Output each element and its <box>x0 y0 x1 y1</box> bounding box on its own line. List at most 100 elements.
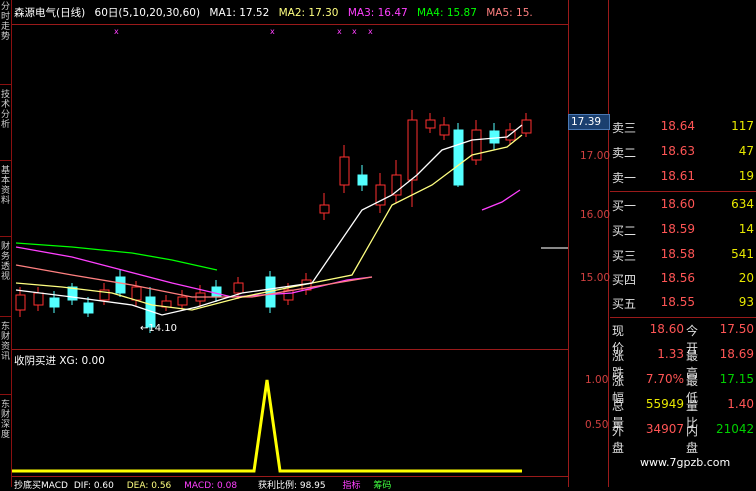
ma3-value: MA3: 16.47 <box>347 7 408 19</box>
tab-divider <box>0 236 11 237</box>
ask-volume: 47 <box>738 144 754 158</box>
bid-label: 买四 <box>612 273 637 287</box>
current-price-tag: 17.39 <box>568 114 610 130</box>
book-divider <box>610 317 756 318</box>
chip-tab[interactable]: 筹码 <box>373 481 391 491</box>
macd-value: MACD: 0.08 <box>184 481 238 491</box>
bid-label: 买五 <box>612 297 637 311</box>
candle-body <box>339 156 350 186</box>
tab-timeshare[interactable]: 分时走势 <box>0 2 11 42</box>
bid-price: 18.58 <box>660 247 695 261</box>
candle-body <box>115 276 126 294</box>
candle-body <box>521 119 532 134</box>
price-tick: 15.00 <box>580 272 611 284</box>
svg-text:x: x <box>337 27 342 36</box>
ask-volume: 117 <box>731 119 754 133</box>
quote-stats: 现价 18.60 今开 17.50 涨跌 1.33 最高 18.69 涨幅 7.… <box>610 322 756 472</box>
bottom-indicator-bar: 抄底买MACD DIF: 0.60 DEA: 0.56 MACD: 0.08 获… <box>14 478 391 491</box>
bid-volume: 20 <box>738 271 754 285</box>
ma-line <box>481 189 521 211</box>
svg-text:x: x <box>270 27 275 36</box>
stat-value: 7.70% <box>645 372 684 386</box>
ask-price: 18.63 <box>660 144 695 158</box>
indicator-tick: 0.50 <box>585 419 609 431</box>
stock-name: 森源电气 <box>14 7 56 19</box>
bid-volume: 93 <box>738 295 754 309</box>
book-divider <box>610 191 756 192</box>
ask-price: 18.61 <box>660 169 695 183</box>
tab-divider <box>0 160 11 161</box>
profit-ratio: 获利比例: 98.95 <box>257 481 326 491</box>
stat-label: 外盘 <box>612 424 625 455</box>
candle-body <box>439 124 450 136</box>
stat-value: 17.50 <box>719 322 754 336</box>
left-tab-bar: 分时走势 技术分析 基本资料 财务透视 东财资讯 东财深度 <box>0 0 12 487</box>
candle-body <box>83 302 94 314</box>
tab-depth[interactable]: 东财深度 <box>0 400 11 440</box>
ma-legend: 森源电气(日线) 60日(5,10,20,30,60) MA1: 17.52 M… <box>14 5 539 20</box>
price-axis-border <box>568 0 569 487</box>
stat-value: 1.40 <box>727 397 754 411</box>
svg-text:x: x <box>352 27 357 36</box>
stat-label: 内盘 <box>686 424 699 455</box>
ask-label: 卖三 <box>612 121 637 135</box>
bid-row: 买五 18.55 93 <box>610 292 756 313</box>
candle-body <box>471 129 482 161</box>
stat-value: 18.69 <box>719 347 754 361</box>
candle-body <box>357 174 368 186</box>
macd-title[interactable]: 抄底买MACD <box>14 481 68 491</box>
bid-row: 买二 18.59 14 <box>610 219 756 240</box>
stat-value: 18.60 <box>649 322 684 336</box>
candle-body <box>407 119 418 181</box>
candle-body <box>15 294 26 311</box>
bid-price: 18.59 <box>660 222 695 236</box>
tab-divider <box>0 394 11 395</box>
price-tick: 17.00 <box>580 150 611 162</box>
candle-body <box>33 292 44 306</box>
ma1-value: MA1: 17.52 <box>209 7 270 19</box>
bid-volume: 634 <box>731 197 754 211</box>
candle-body <box>453 129 464 186</box>
tab-financials[interactable]: 财务透视 <box>0 242 11 282</box>
chart-period: (日线) <box>56 7 86 19</box>
ask-row: 卖一 18.61 19 <box>610 166 756 187</box>
pane-divider <box>12 476 568 477</box>
bid-label: 买一 <box>612 199 637 213</box>
ma4-value: MA4: 15.87 <box>417 7 477 19</box>
xg-signal-line <box>12 379 522 473</box>
ask-label: 卖二 <box>612 146 637 160</box>
dif-value: DIF: 0.60 <box>73 481 114 491</box>
bid-volume: 541 <box>731 247 754 261</box>
ask-row: 卖二 18.63 47 <box>610 141 756 162</box>
candlestick-chart[interactable]: x x x x x <box>12 25 568 349</box>
ma-params: 60日(5,10,20,30,60) <box>94 7 201 19</box>
tab-news[interactable]: 东财资讯 <box>0 322 11 362</box>
indicator-chart[interactable] <box>12 350 568 476</box>
ask-label: 卖一 <box>612 171 637 185</box>
svg-text:x: x <box>368 27 373 36</box>
indicator-tick: 1.00 <box>585 374 609 386</box>
tab-technical[interactable]: 技术分析 <box>0 90 11 130</box>
watermark: www.7gpzb.com <box>640 456 731 469</box>
price-tick: 16.00 <box>580 209 611 221</box>
bid-price: 18.56 <box>660 271 695 285</box>
bid-label: 买三 <box>612 249 637 263</box>
ask-price: 18.64 <box>660 119 695 133</box>
stat-value: 17.15 <box>719 372 754 386</box>
bid-row: 买一 18.60 634 <box>610 194 756 215</box>
bid-row: 买三 18.58 541 <box>610 244 756 265</box>
ask-row: 卖三 18.64 117 <box>610 116 756 137</box>
indicator-tab[interactable]: 指标 <box>343 481 361 491</box>
candle-body <box>49 297 60 308</box>
candle-body <box>233 282 244 294</box>
stat-value: 55949 <box>645 397 684 411</box>
candle-body <box>489 130 500 144</box>
candle-body <box>177 296 188 306</box>
stat-value: 1.33 <box>657 347 684 361</box>
bid-price: 18.55 <box>660 295 695 309</box>
period-low-label: ←14.10 <box>140 323 178 334</box>
bid-label: 买二 <box>612 224 637 238</box>
bid-volume: 14 <box>738 222 754 236</box>
ma-markers: x x x x x <box>114 27 373 36</box>
tab-fundamentals[interactable]: 基本资料 <box>0 166 11 206</box>
